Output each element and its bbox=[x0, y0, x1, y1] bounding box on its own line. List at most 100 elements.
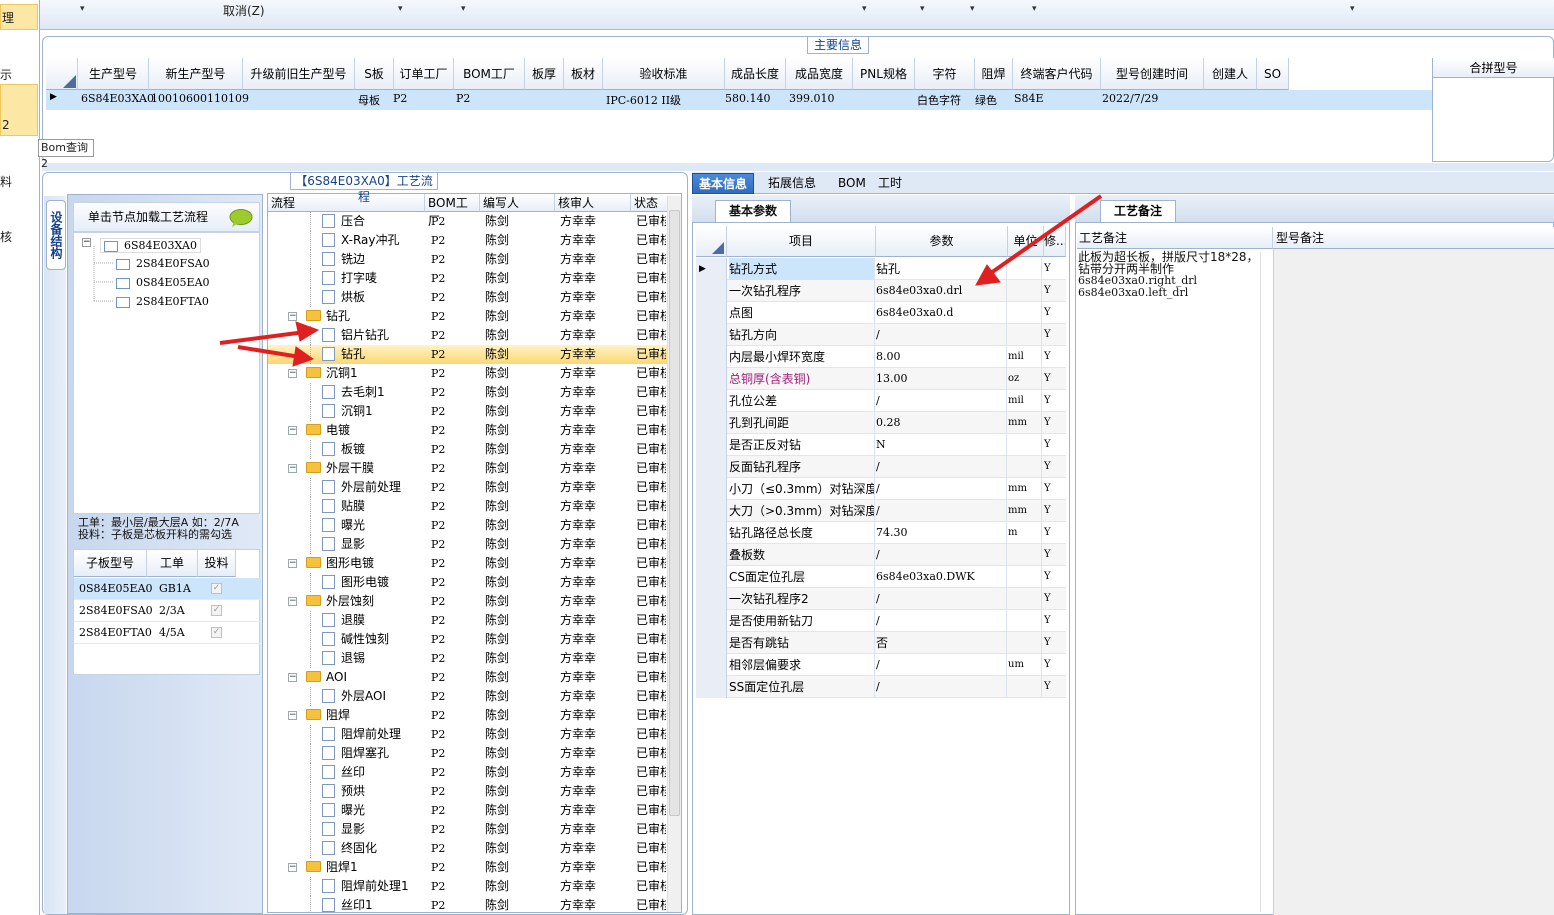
param-value[interactable]: 6s84e03xa0.drl bbox=[876, 280, 1007, 302]
col-header[interactable]: 终端客户代码 bbox=[1013, 58, 1101, 90]
col-header[interactable]: 核审人 bbox=[555, 194, 631, 212]
splitter[interactable] bbox=[42, 163, 1554, 171]
col-header[interactable]: 字符 bbox=[915, 58, 975, 90]
collapse-icon[interactable]: − bbox=[288, 312, 297, 321]
flow-row[interactable]: 终固化 P2 陈剑 方幸幸 已审核 bbox=[268, 839, 668, 858]
flow-row[interactable]: 贴膜 P2 陈剑 方幸幸 已审核 bbox=[268, 497, 668, 516]
row-header[interactable] bbox=[696, 544, 727, 566]
flow-row[interactable]: 铣边 P2 陈剑 方幸幸 已审核 bbox=[268, 250, 668, 269]
dropdown-arrow-icon[interactable]: ▾ bbox=[1350, 4, 1355, 14]
param-row[interactable]: 内层最小焊环宽度 8.00 mil Y bbox=[696, 346, 1066, 368]
col-header[interactable]: 订单工厂 bbox=[394, 58, 454, 90]
flow-row[interactable]: 曝光 P2 陈剑 方幸幸 已审核 bbox=[268, 516, 668, 535]
param-value[interactable]: / bbox=[876, 478, 1007, 500]
collapse-icon[interactable]: − bbox=[288, 369, 297, 378]
flow-row[interactable]: − AOI P2 陈剑 方幸幸 已审核 bbox=[268, 668, 668, 687]
param-value[interactable]: 74.30 bbox=[876, 522, 1007, 544]
param-row[interactable]: 一次钻孔程序 6s84e03xa0.drl Y bbox=[696, 280, 1066, 302]
row-header[interactable] bbox=[696, 588, 727, 610]
row-header[interactable] bbox=[696, 478, 727, 500]
flow-row[interactable]: 压合 P2 陈剑 方幸幸 已审核 bbox=[268, 212, 668, 231]
col-header[interactable]: 板材 bbox=[564, 58, 603, 90]
col-header[interactable]: 验收标准 bbox=[603, 58, 725, 90]
tree-root[interactable]: 6S84E03XA0 bbox=[100, 238, 201, 253]
param-value[interactable]: N bbox=[876, 434, 1007, 456]
row-header[interactable] bbox=[696, 324, 727, 346]
flow-row[interactable]: 退膜 P2 陈剑 方幸幸 已审核 bbox=[268, 611, 668, 630]
cancel-button[interactable]: 取消(Z) bbox=[223, 2, 265, 19]
flow-row[interactable]: 丝印1 P2 陈剑 方幸幸 已审核 bbox=[268, 896, 668, 912]
col-header[interactable]: 编写人 bbox=[480, 194, 555, 212]
collapse-icon[interactable]: − bbox=[288, 426, 297, 435]
param-row[interactable]: 是否正反对钻 N Y bbox=[696, 434, 1066, 456]
row-header[interactable] bbox=[696, 522, 727, 544]
col-header[interactable]: S板 bbox=[355, 58, 394, 90]
dropdown-arrow-icon[interactable]: ▾ bbox=[80, 4, 85, 14]
nav-item-5[interactable]: 核 bbox=[0, 228, 38, 245]
model-notes-area[interactable] bbox=[1273, 249, 1554, 915]
speech-bubble-icon[interactable] bbox=[228, 208, 254, 228]
param-value[interactable]: 0.28 bbox=[876, 412, 1007, 434]
col-header[interactable]: 参数 bbox=[876, 226, 1008, 257]
col-header[interactable]: 投料 bbox=[198, 550, 236, 577]
param-row[interactable]: 是否有跳钻否 Y bbox=[696, 632, 1066, 654]
col-header[interactable]: 生产型号 bbox=[78, 58, 149, 90]
param-row[interactable]: 一次钻孔程序2/ Y bbox=[696, 588, 1066, 610]
col-header[interactable]: 成品长度 bbox=[725, 58, 786, 90]
nav-item-4[interactable]: 料 bbox=[0, 173, 38, 190]
flow-row[interactable]: 外层前处理 P2 陈剑 方幸幸 已审核 bbox=[268, 478, 668, 497]
flow-row[interactable]: 阻焊前处理 P2 陈剑 方幸幸 已审核 bbox=[268, 725, 668, 744]
col-header[interactable]: 阻焊 bbox=[975, 58, 1013, 90]
tab-work-hours[interactable]: 工时 bbox=[872, 173, 908, 194]
row-header[interactable] bbox=[696, 346, 727, 368]
tree-node[interactable]: 2S84E0FSA0 bbox=[116, 257, 210, 270]
table-row[interactable]: 2S84E0FTA0 4/5A ✓ bbox=[74, 622, 261, 644]
collapse-icon[interactable]: − bbox=[288, 673, 297, 682]
feed-checkbox[interactable]: ✓ bbox=[211, 583, 222, 594]
nav-item-1[interactable]: 理 bbox=[0, 4, 38, 30]
flow-row[interactable]: 烘板 P2 陈剑 方幸幸 已审核 bbox=[268, 288, 668, 307]
row-header[interactable] bbox=[696, 368, 727, 390]
tab-basic-params[interactable]: 基本参数 bbox=[715, 200, 791, 222]
nav-item-3[interactable]: 2 bbox=[0, 84, 38, 136]
flow-row[interactable]: 退锡 P2 陈剑 方幸幸 已审核 bbox=[268, 649, 668, 668]
param-row[interactable]: 孔到孔间距 0.28 mm Y bbox=[696, 412, 1066, 434]
table-row[interactable]: 0S84E05EA0 GB1A ✓ bbox=[74, 578, 261, 600]
flow-row[interactable]: 碱性蚀刻 P2 陈剑 方幸幸 已审核 bbox=[268, 630, 668, 649]
flow-row[interactable]: 打字唛 P2 陈剑 方幸幸 已审核 bbox=[268, 269, 668, 288]
col-header[interactable]: SO bbox=[1257, 58, 1289, 90]
param-row[interactable]: 点图 6s84e03xa0.d Y bbox=[696, 302, 1066, 324]
param-row[interactable]: CS面定位孔层 6s84e03xa0.DWK Y bbox=[696, 566, 1066, 588]
tab-process-notes[interactable]: 工艺备注 bbox=[1100, 200, 1176, 222]
param-row[interactable]: 大刀（>0.3mm）对钻深度 / mm Y bbox=[696, 500, 1066, 522]
param-value[interactable]: 13.00 bbox=[876, 368, 1007, 390]
param-value[interactable]: / bbox=[876, 588, 1007, 610]
dropdown-arrow-icon[interactable]: ▾ bbox=[461, 4, 466, 14]
param-value[interactable]: / bbox=[876, 544, 1007, 566]
row-header[interactable] bbox=[696, 434, 727, 456]
tree-node[interactable]: 2S84E0FTA0 bbox=[116, 295, 209, 308]
param-value[interactable]: / bbox=[876, 676, 1007, 698]
equipment-structure-tab[interactable]: 设备结构 bbox=[46, 200, 66, 270]
collapse-icon[interactable]: − bbox=[288, 597, 297, 606]
param-value[interactable]: / bbox=[876, 610, 1007, 632]
notes-scrollbar[interactable] bbox=[1260, 252, 1272, 912]
param-row[interactable]: 叠板数 / Y bbox=[696, 544, 1066, 566]
row-header[interactable] bbox=[696, 676, 727, 698]
flow-row[interactable]: 去毛刺1 P2 陈剑 方幸幸 已审核 bbox=[268, 383, 668, 402]
param-row[interactable]: 小刀（≤0.3mm）对钻深度 / mm Y bbox=[696, 478, 1066, 500]
flow-row[interactable]: 图形电镀 P2 陈剑 方幸幸 已审核 bbox=[268, 573, 668, 592]
row-header[interactable] bbox=[696, 566, 727, 588]
row-header[interactable] bbox=[696, 456, 727, 478]
feed-checkbox[interactable]: ✓ bbox=[211, 605, 222, 616]
flow-row[interactable]: 外层AOI P2 陈剑 方幸幸 已审核 bbox=[268, 687, 668, 706]
tab-bom[interactable]: BOM bbox=[832, 173, 872, 194]
dropdown-arrow-icon[interactable]: ▾ bbox=[398, 4, 403, 14]
flow-row[interactable]: − 图形电镀 P2 陈剑 方幸幸 已审核 bbox=[268, 554, 668, 573]
collapse-icon[interactable]: − bbox=[288, 863, 297, 872]
param-value[interactable]: 钻孔 bbox=[876, 258, 1007, 280]
row-header[interactable] bbox=[696, 280, 727, 302]
flow-row[interactable]: − 沉铜1 P2 陈剑 方幸幸 已审核 bbox=[268, 364, 668, 383]
param-row[interactable]: 钻孔路径总长度 74.30 m Y bbox=[696, 522, 1066, 544]
col-header[interactable]: 成品宽度 bbox=[786, 58, 853, 90]
